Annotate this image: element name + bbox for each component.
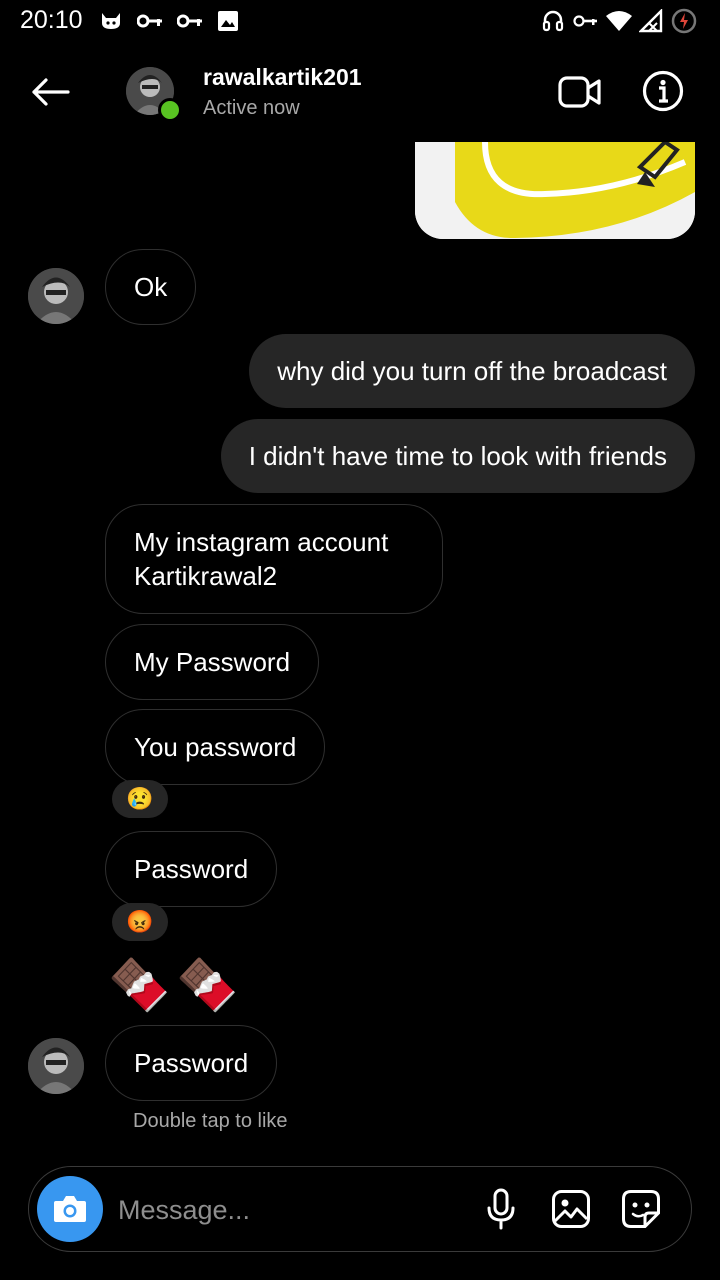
chat-header: [0, 42, 720, 142]
message-bubble-incoming[interactable]: You password: [105, 709, 326, 785]
double-tap-hint: Double tap to like: [133, 1110, 288, 1132]
message-bubble-incoming[interactable]: Password: [105, 831, 278, 907]
message-text: Password: [134, 1048, 249, 1078]
message-reaction[interactable]: 😡: [112, 903, 168, 941]
message-text: Password: [134, 854, 249, 884]
message-bubble-outgoing[interactable]: I didn't have time to look with friends: [220, 419, 695, 493]
message-reaction[interactable]: 😢: [112, 780, 168, 818]
video-call-icon[interactable]: [556, 68, 604, 116]
key-icon: [136, 8, 164, 34]
message-text: My Password: [134, 647, 291, 677]
reaction-emoji: 😢: [126, 786, 154, 811]
contact-activity-status: Active now: [203, 97, 300, 119]
signal-icon: [638, 8, 664, 34]
cat-icon: [98, 8, 124, 34]
battery-saver-icon: [670, 8, 698, 34]
shared-image-message[interactable]: [415, 142, 695, 239]
message-bubble-incoming[interactable]: My Password: [105, 624, 320, 700]
microphone-icon[interactable]: [478, 1186, 524, 1232]
emoji-text: 🍫🍫: [108, 957, 245, 1013]
back-arrow-icon[interactable]: [28, 70, 72, 114]
camera-icon: [52, 1194, 88, 1224]
message-text: why did you turn off the broadcast: [277, 356, 667, 386]
reaction-emoji: 😡: [126, 909, 154, 934]
gallery-icon[interactable]: [548, 1186, 594, 1232]
message-text: Ok: [134, 272, 168, 302]
message-text-line: My instagram account: [134, 527, 389, 557]
sender-avatar[interactable]: [28, 1038, 84, 1094]
key-icon: [176, 8, 204, 34]
camera-button[interactable]: [37, 1176, 103, 1242]
sticker-icon[interactable]: [618, 1186, 664, 1232]
emoji-message[interactable]: 🍫🍫: [108, 955, 245, 1015]
sender-avatar[interactable]: [28, 268, 84, 324]
wifi-icon: [604, 8, 634, 34]
contact-username[interactable]: rawalkartik201: [203, 64, 362, 91]
vpn-key-icon: [572, 8, 600, 34]
message-text-line: Kartikrawal2: [134, 561, 278, 591]
status-time: 20:10: [20, 6, 83, 34]
image-icon: [216, 8, 240, 34]
headphones-icon: [540, 8, 566, 34]
info-icon[interactable]: [640, 68, 686, 114]
online-status-dot: [158, 98, 182, 122]
message-text: I didn't have time to look with friends: [248, 441, 667, 471]
status-bar: 20:10: [0, 0, 720, 42]
message-text: You password: [134, 732, 297, 762]
message-bubble-incoming[interactable]: My instagram account Kartikrawal2: [105, 504, 443, 614]
message-bubble-incoming[interactable]: Ok: [105, 249, 197, 325]
message-bubble-incoming[interactable]: Password: [105, 1025, 278, 1101]
message-input[interactable]: [118, 1190, 458, 1230]
message-bubble-outgoing[interactable]: why did you turn off the broadcast: [249, 334, 695, 408]
